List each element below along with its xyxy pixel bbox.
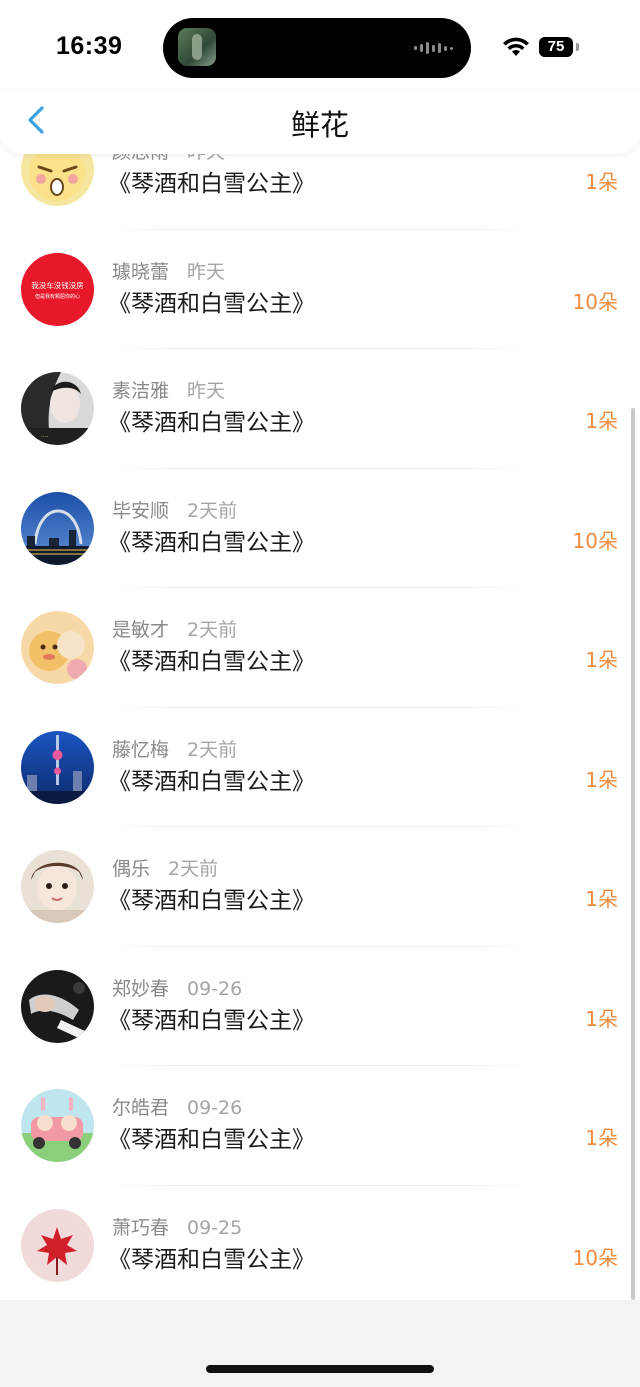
sender-name[interactable]: 藤忆梅 — [112, 739, 169, 761]
battery-cap — [576, 43, 579, 51]
sender-line: 藤忆梅 2天前 — [112, 735, 237, 762]
book-title[interactable]: 《琴酒和白雪公主》 — [108, 284, 315, 318]
avatar[interactable]: 我没车没钱没房 但是我有颗屈你的心 — [21, 252, 94, 326]
book-title[interactable]: 《琴酒和白雪公主》 — [108, 164, 315, 198]
avatar[interactable] — [21, 1208, 94, 1282]
sender-line: 偶乐 2天前 — [112, 854, 218, 881]
svg-text:····: ···· — [41, 434, 49, 441]
list-item[interactable]: 是敏才 2天前 《琴酒和白雪公主》 1朵 — [0, 588, 640, 708]
list-item[interactable]: 颜思雨 昨天 《琴酒和白雪公主》 1朵 — [0, 154, 640, 230]
flower-quantity: 10朵 — [572, 289, 618, 314]
wifi-icon — [503, 37, 529, 56]
avatar[interactable] — [21, 850, 94, 923]
battery-icon: 75 — [539, 37, 573, 57]
book-title[interactable]: 《琴酒和白雪公主》 — [108, 1240, 315, 1274]
avatar[interactable]: ···· — [21, 372, 94, 445]
sender-name[interactable]: 素洁雅 — [112, 380, 169, 402]
flower-quantity: 1朵 — [585, 767, 618, 792]
list-item[interactable]: 毕安顺 2天前 《琴酒和白雪公主》 10朵 — [0, 469, 640, 589]
flower-quantity: 1朵 — [585, 1126, 618, 1150]
book-title[interactable]: 《琴酒和白雪公主》 — [108, 1120, 315, 1154]
avatar[interactable] — [21, 611, 94, 684]
flower-quantity: 1朵 — [585, 170, 618, 194]
sender-name[interactable]: 偶乐 — [112, 858, 150, 880]
list-item[interactable]: 偶乐 2天前 《琴酒和白雪公主》 1朵 — [0, 827, 640, 947]
send-time: 09-25 — [187, 1216, 243, 1239]
list-item[interactable]: 萧巧春 09-25 《琴酒和白雪公主》 10朵 — [0, 1186, 640, 1301]
page-title: 鲜花 — [290, 108, 349, 142]
book-title[interactable]: 《琴酒和白雪公主》 — [108, 881, 315, 915]
flower-quantity: 10朵 — [572, 528, 618, 553]
list-item[interactable]: ···· 素洁雅 昨天 《琴酒和白雪公主》 1朵 — [0, 349, 640, 469]
status-bar: 16:39 75 — [0, 0, 640, 90]
flower-quantity: 10朵 — [572, 1245, 618, 1270]
status-time: 16:39 — [56, 32, 123, 60]
gift-list[interactable]: 颜思雨昨天 《琴酒和白雪公主》 1朵 我没车没钱没房 但是我有颗屈你的心 璩晓蕾… — [0, 154, 640, 1300]
send-time: 2天前 — [187, 499, 238, 522]
sender-line: 素洁雅 昨天 — [112, 376, 225, 403]
send-time: 09-26 — [187, 1097, 243, 1119]
avatar-caption: 我没车没钱没房 — [31, 280, 84, 290]
sender-line: 是敏才 2天前 — [112, 615, 237, 642]
dynamic-island[interactable] — [163, 18, 471, 78]
flower-quantity: 1朵 — [585, 648, 618, 672]
avatar[interactable] — [21, 969, 94, 1043]
sender-line: 毕安顺 2天前 — [112, 496, 237, 523]
book-title[interactable]: 《琴酒和白雪公主》 — [108, 403, 315, 437]
send-time: 2天前 — [187, 619, 238, 641]
now-playing-thumbnail — [178, 28, 216, 66]
list-item[interactable]: 尔皓君 09-26 《琴酒和白雪公主》 1朵 — [0, 1066, 640, 1186]
audio-wave-icon — [414, 40, 453, 56]
sender-name[interactable]: 毕安顺 — [112, 500, 169, 522]
sender-name[interactable]: 璩晓蕾 — [112, 261, 169, 283]
send-time: 2天前 — [168, 858, 219, 880]
bottom-safe-area — [0, 1300, 640, 1387]
sender-name[interactable]: 尔皓君 — [112, 1097, 169, 1119]
book-title[interactable]: 《琴酒和白雪公主》 — [108, 762, 315, 796]
send-time: 昨天 — [187, 380, 226, 402]
avatar[interactable] — [21, 491, 94, 565]
book-title[interactable]: 《琴酒和白雪公主》 — [108, 523, 315, 557]
book-title[interactable]: 《琴酒和白雪公主》 — [108, 1001, 315, 1035]
list-item[interactable]: 藤忆梅 2天前 《琴酒和白雪公主》 1朵 — [0, 708, 640, 828]
sender-line: 尔皓君 09-26 — [112, 1093, 242, 1120]
avatar[interactable] — [21, 154, 94, 206]
send-time: 昨天 — [187, 154, 225, 163]
scrollbar[interactable] — [631, 408, 635, 1300]
nav-bar: 鲜花 — [0, 90, 640, 154]
sender-line: 颜思雨 昨天 — [112, 154, 225, 164]
avatar[interactable] — [21, 1089, 94, 1162]
list-item[interactable]: 郑妙春 09-26 《琴酒和白雪公主》 1朵 — [0, 947, 640, 1067]
home-indicator[interactable] — [206, 1365, 434, 1373]
list-item[interactable]: 我没车没钱没房 但是我有颗屈你的心 璩晓蕾 昨天 《琴酒和白雪公主》 10朵 — [0, 230, 640, 350]
send-time: 09-26 — [187, 977, 243, 1000]
sender-line: 萧巧春 09-25 — [112, 1213, 242, 1240]
send-time: 2天前 — [187, 738, 238, 761]
sender-line: 璩晓蕾 昨天 — [112, 257, 225, 284]
sender-line: 郑妙春 09-26 — [112, 974, 242, 1001]
sender-name[interactable]: 郑妙春 — [112, 978, 169, 1000]
flower-quantity: 1朵 — [585, 1006, 618, 1031]
flower-quantity: 1朵 — [585, 887, 618, 911]
sender-name[interactable]: 是敏才 — [112, 619, 169, 641]
avatar-caption: 但是我有颗屈你的心 — [35, 293, 80, 300]
sender-name[interactable]: 萧巧春 — [112, 1217, 169, 1239]
avatar[interactable] — [21, 730, 94, 804]
book-title[interactable]: 《琴酒和白雪公主》 — [108, 642, 315, 676]
flower-quantity: 1朵 — [585, 409, 618, 433]
send-time: 昨天 — [187, 260, 226, 283]
battery-percent: 75 — [547, 38, 565, 55]
sender-name[interactable]: 颜思雨 — [112, 154, 169, 163]
